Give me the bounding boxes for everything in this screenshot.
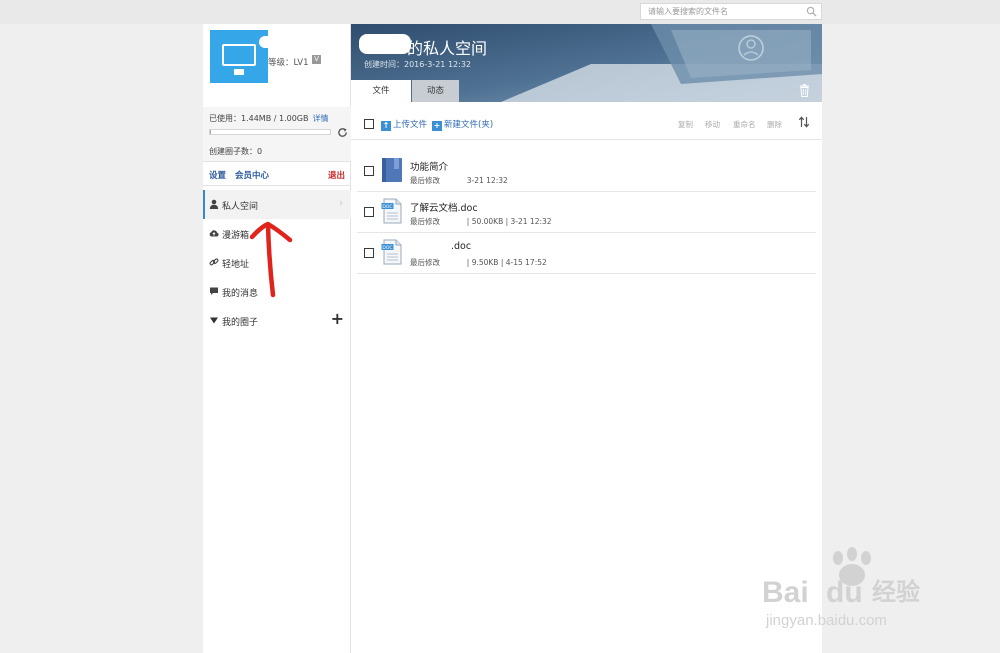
file-meta-prefix: 最后修改 [410, 258, 440, 267]
storage-quota: 已使用：1.44MB / 1.00GB 详情 创建圈子数：0 [203, 107, 351, 161]
sidebar: 等级：LV1 V 已使用：1.44MB / 1.00GB 详情 创建圈子数：0 设… [203, 24, 351, 653]
logout-link[interactable]: 退出 [328, 169, 345, 181]
settings-link[interactable]: 设置 [209, 169, 226, 181]
svg-text:DOC: DOC [382, 204, 392, 210]
trash-icon[interactable] [799, 84, 810, 97]
user-level: 等级：LV1 [268, 58, 309, 68]
file-checkbox[interactable] [364, 248, 374, 258]
redacted-mask [442, 260, 465, 266]
file-meta-prefix: 最后修改 [410, 176, 440, 185]
sidebar-item-my-circles[interactable]: 我的圈子 + [203, 306, 351, 335]
svg-text:DOC: DOC [382, 245, 392, 251]
search-box[interactable] [640, 3, 822, 20]
add-circle-icon[interactable]: + [331, 311, 344, 327]
sidebar-item-label: 我的圈子 [222, 318, 259, 328]
file-meta: 最后修改 3-21 12:32 [410, 175, 508, 186]
file-row-doc[interactable]: DOC 了解云文档.doc 最后修改 | 50.00KB | 3-21 12:3… [357, 192, 816, 233]
refresh-icon[interactable] [337, 127, 348, 138]
red-arrow-annotation [249, 221, 293, 298]
file-row-doc-2[interactable]: DOC .doc 最后修改 | 9.50KB | 4-15 17:52 [357, 233, 816, 274]
monitor-stand [234, 69, 244, 75]
delete-button[interactable]: 删除 [767, 119, 782, 130]
doc-file-icon: DOC [381, 239, 402, 265]
file-meta-value: 3-21 12:32 [466, 176, 508, 185]
sort-icon[interactable] [798, 116, 810, 128]
space-created-date: 创建时间：2016-3-21 12:32 [364, 60, 471, 69]
storage-used: 已使用：1.44MB / 1.00GB 详情 [209, 113, 328, 124]
cloud-icon [209, 230, 219, 237]
monitor-icon [222, 44, 256, 66]
sidebar-item-private-space[interactable]: 私人空间 › [203, 190, 351, 219]
storage-progress-bar [209, 129, 331, 135]
new-folder-label: 新建文件(夹) [444, 120, 494, 130]
tab-activity[interactable]: 动态 [412, 80, 459, 102]
watermark-url: jingyan.baidu.com [765, 612, 887, 629]
file-meta-prefix: 最后修改 [410, 217, 440, 226]
file-name[interactable]: 功能简介 [410, 159, 448, 173]
link-icon [209, 258, 219, 266]
file-name[interactable]: .doc [451, 241, 471, 252]
storage-details-link[interactable]: 详情 [312, 114, 328, 123]
username-mask [259, 36, 327, 48]
file-meta: 最后修改 | 9.50KB | 4-15 17:52 [410, 257, 547, 268]
watermark-brand: Bai [762, 576, 809, 609]
main-panel: 的私人空间 创建时间：2016-3-21 12:32 文件 动态 ↑ 上传文件 +… [351, 24, 822, 653]
upload-file-button[interactable]: ↑ 上传文件 [381, 118, 427, 131]
upload-file-label: 上传文件 [393, 120, 428, 130]
file-checkbox[interactable] [364, 207, 374, 217]
file-meta: 最后修改 | 50.00KB | 3-21 12:32 [410, 216, 552, 227]
move-button[interactable]: 移动 [705, 119, 720, 130]
member-center-link[interactable]: 会员中心 [235, 169, 269, 181]
sidebar-item-label: 轻地址 [222, 260, 250, 270]
circles-count: 创建圈子数：0 [209, 147, 263, 156]
file-name[interactable]: 了解云文档.doc [410, 200, 478, 214]
sidebar-item-label: 漫游箱 [222, 231, 250, 241]
file-row-intro[interactable]: 功能简介 最后修改 3-21 12:32 [357, 151, 816, 192]
file-checkbox[interactable] [364, 166, 374, 176]
select-all-checkbox[interactable] [364, 119, 374, 129]
folder-book-icon [382, 158, 402, 182]
vip-badge-icon[interactable]: V [312, 55, 321, 64]
new-folder-button[interactable]: + 新建文件(夹) [432, 118, 493, 131]
top-bar [0, 0, 1000, 24]
space-title: 的私人空间 [407, 39, 488, 58]
owner-name-mask [359, 34, 411, 54]
tab-files[interactable]: 文件 [351, 80, 411, 102]
storage-progress-fill [210, 130, 212, 134]
plus-icon: + [432, 121, 442, 131]
chevron-right-icon: › [339, 198, 343, 209]
file-toolbar: ↑ 上传文件 + 新建文件(夹) 复制 移动 重命名 删除 [351, 102, 822, 140]
upload-icon: ↑ [381, 121, 391, 131]
sidebar-item-label: 私人空间 [222, 202, 259, 212]
account-links: 设置 会员中心 退出 [203, 161, 351, 186]
search-icon[interactable] [806, 6, 817, 17]
copy-button[interactable]: 复制 [678, 119, 693, 130]
file-meta-value: | 9.50KB | 4-15 17:52 [466, 258, 547, 267]
user-icon [209, 199, 219, 209]
rename-button[interactable]: 重命名 [733, 119, 756, 130]
storage-used-label: 已使用：1.44MB / 1.00GB [209, 114, 309, 123]
profile-section: 等级：LV1 V [203, 24, 351, 107]
watermark-cn: 经验 [872, 578, 920, 606]
baidu-jingyan-watermark: Bai du 经验 jingyan.baidu.com [762, 547, 920, 629]
search-input[interactable] [641, 4, 801, 19]
doc-file-icon: DOC [381, 198, 402, 224]
space-banner: 的私人空间 创建时间：2016-3-21 12:32 文件 动态 [351, 24, 822, 102]
triangle-down-icon [210, 317, 218, 324]
watermark-brand-2: du [826, 576, 863, 609]
redacted-mask [442, 219, 465, 225]
file-meta-value: | 50.00KB | 3-21 12:32 [466, 217, 552, 226]
message-icon [210, 287, 218, 295]
redacted-mask [442, 178, 465, 184]
